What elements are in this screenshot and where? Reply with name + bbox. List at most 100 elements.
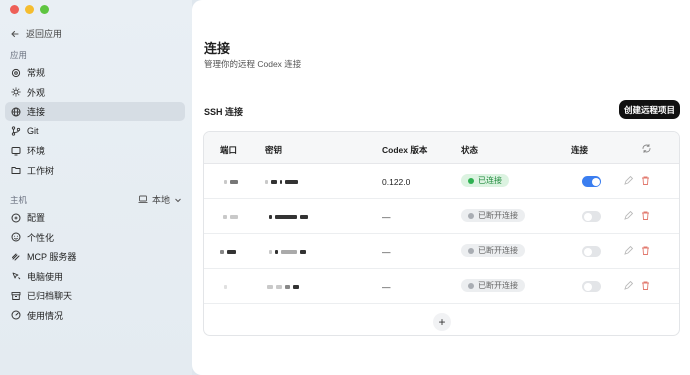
sidebar-item-archived-chats[interactable]: 已归档聊天 xyxy=(5,286,185,305)
sidebar-item-personalization[interactable]: 个性化 xyxy=(5,228,185,247)
column-header-version: Codex 版本 xyxy=(382,145,428,155)
connect-toggle[interactable] xyxy=(582,281,601,292)
main-panel: 连接 管理你的远程 Codex 连接 SSH 连接 创建远程项目 端口 密钥 C… xyxy=(192,0,690,375)
sidebar-item-appearance[interactable]: 外观 xyxy=(5,83,185,102)
mcp-icon xyxy=(12,253,20,260)
status-dot-icon xyxy=(468,177,474,184)
sidebar-item-label: 已归档聊天 xyxy=(27,291,73,301)
column-header-key: 密钥 xyxy=(265,145,283,155)
sidebar-item-label: 电脑使用 xyxy=(27,271,64,282)
status-label: 已断开连接 xyxy=(478,211,518,220)
column-header-port: 端口 xyxy=(220,145,238,155)
delete-icon[interactable] xyxy=(640,245,651,256)
toggle-knob xyxy=(583,212,592,221)
edit-icon[interactable] xyxy=(623,210,634,221)
back-to-app-button[interactable]: 返回应用 xyxy=(10,27,62,40)
monitor-icon xyxy=(11,146,21,155)
sidebar-item-general[interactable]: 常规 xyxy=(5,63,185,82)
globe-icon xyxy=(11,107,21,116)
port-redacted xyxy=(220,250,236,254)
version-cell: 0.122.0 xyxy=(382,177,411,187)
app-nav: 常规 外观 连接 Git 环境 工作树 xyxy=(5,63,185,180)
status-badge: 已断开连接 xyxy=(461,209,525,222)
page-title: 连接 xyxy=(204,41,231,56)
key-redacted xyxy=(269,250,306,254)
ssh-connections-table: 端口 密钥 Codex 版本 状态 连接 0.122.0 已连接 — 已断开连接 xyxy=(203,131,680,336)
sidebar-item-label: Git xyxy=(27,126,39,136)
sidebar-item-label: 环境 xyxy=(27,146,46,156)
table-header: 端口 密钥 Codex 版本 状态 连接 xyxy=(204,132,679,164)
connect-toggle[interactable] xyxy=(582,211,601,222)
toggle-knob xyxy=(591,177,600,186)
host-nav: 配置 个性化 MCP 服务器 电脑使用 已归档聊天 使用情况 xyxy=(5,208,185,325)
sidebar-item-environment[interactable]: 环境 xyxy=(5,141,185,160)
sidebar-item-usage[interactable]: 使用情况 xyxy=(5,306,185,325)
sidebar-item-config[interactable]: 配置 xyxy=(5,208,185,227)
sidebar-item-label: MCP 服务器 xyxy=(27,252,77,262)
git-branch-icon xyxy=(11,126,21,136)
sun-icon xyxy=(11,87,21,97)
add-connection-button[interactable]: + xyxy=(433,313,451,331)
toggle-knob xyxy=(583,247,592,256)
sidebar-item-label: 使用情况 xyxy=(27,310,64,321)
key-redacted xyxy=(269,215,308,219)
status-label: 已断开连接 xyxy=(478,281,518,290)
cursor-icon xyxy=(12,272,21,280)
close-window-button[interactable] xyxy=(10,5,19,14)
host-select[interactable]: 本地 xyxy=(138,193,182,206)
table-row: — 已断开连接 xyxy=(204,269,679,304)
gauge-icon xyxy=(11,310,21,320)
status-badge: 已连接 xyxy=(461,174,509,187)
column-header-connect: 连接 xyxy=(571,145,589,155)
key-redacted xyxy=(265,180,298,184)
status-dot-icon xyxy=(468,247,474,254)
version-cell: — xyxy=(382,282,391,292)
ssh-section-heading: SSH 连接 xyxy=(204,107,244,117)
port-redacted xyxy=(224,180,238,184)
connect-toggle[interactable] xyxy=(582,176,601,187)
connect-toggle[interactable] xyxy=(582,246,601,257)
section-label-app: 应用 xyxy=(10,50,28,60)
status-dot-icon xyxy=(468,282,474,289)
section-label-host: 主机 xyxy=(10,195,28,205)
status-dot-icon xyxy=(468,212,474,219)
edit-icon[interactable] xyxy=(623,245,634,256)
key-redacted xyxy=(267,285,299,289)
sidebar-item-mcp-servers[interactable]: MCP 服务器 xyxy=(5,247,185,266)
chevron-down-icon xyxy=(175,198,181,202)
delete-icon[interactable] xyxy=(640,175,651,186)
config-icon xyxy=(11,213,21,222)
sidebar-item-label: 外观 xyxy=(27,87,46,98)
sidebar-item-label: 配置 xyxy=(27,213,46,223)
delete-icon[interactable] xyxy=(640,210,651,221)
zoom-window-button[interactable] xyxy=(40,5,49,14)
sidebar-item-label: 常规 xyxy=(27,68,46,78)
edit-icon[interactable] xyxy=(623,175,634,186)
table-row: — 已断开连接 xyxy=(204,234,679,269)
sidebar-item-worktree[interactable]: 工作树 xyxy=(5,161,185,180)
status-badge: 已断开连接 xyxy=(461,279,525,292)
host-select-value: 本地 xyxy=(152,195,171,205)
delete-icon[interactable] xyxy=(640,280,651,291)
back-label: 返回应用 xyxy=(26,29,63,39)
version-cell: — xyxy=(382,247,391,257)
edit-icon[interactable] xyxy=(623,280,634,291)
create-remote-project-button[interactable]: 创建远程项目 xyxy=(619,100,680,119)
port-redacted xyxy=(223,215,238,219)
face-icon xyxy=(11,232,21,242)
sidebar-item-label: 连接 xyxy=(27,107,46,117)
archive-icon xyxy=(11,291,21,300)
table-row: 0.122.0 已连接 xyxy=(204,164,679,199)
refresh-icon[interactable] xyxy=(641,143,652,154)
folder-tree-icon xyxy=(11,167,21,174)
sidebar-item-git[interactable]: Git xyxy=(5,122,185,141)
sidebar-item-connections[interactable]: 连接 xyxy=(5,102,185,121)
sidebar-item-computer-use[interactable]: 电脑使用 xyxy=(5,267,185,286)
status-badge: 已断开连接 xyxy=(461,244,525,257)
minimize-window-button[interactable] xyxy=(25,5,34,14)
column-header-status: 状态 xyxy=(461,145,479,155)
table-row: — 已断开连接 xyxy=(204,199,679,234)
status-label: 已断开连接 xyxy=(478,246,518,255)
sidebar-item-label: 个性化 xyxy=(27,232,55,243)
arrow-left-icon xyxy=(11,30,19,37)
